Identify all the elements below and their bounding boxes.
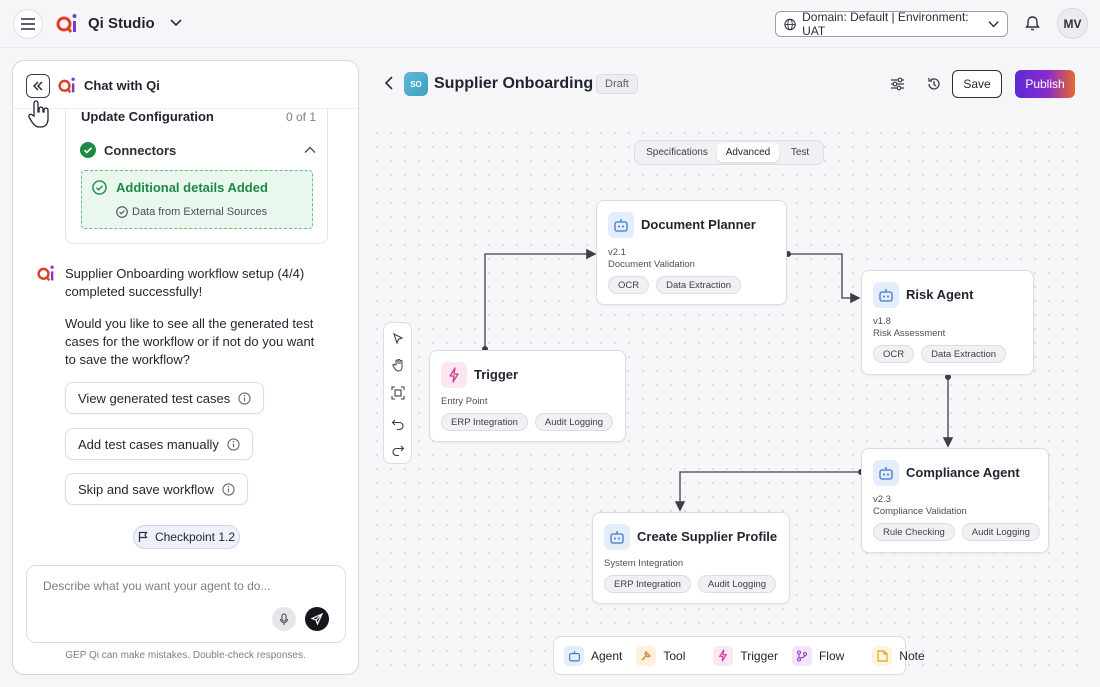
node-version: v2.1 (608, 247, 626, 258)
robot-icon (873, 460, 899, 486)
lightning-icon (713, 645, 734, 666)
palette-agent[interactable]: Agent (564, 645, 623, 666)
chat-header: Chat with Qi (13, 61, 358, 128)
palette-label: Flow (818, 648, 845, 663)
node-palette: Agent Tool Trigger Flow Note (553, 636, 925, 675)
palette-flow[interactable]: Flow (791, 645, 845, 666)
node-tag: Audit Logging (534, 413, 614, 431)
node-title: Create Supplier Profile (637, 529, 778, 544)
node-title: Trigger (474, 367, 519, 382)
node-document-planner[interactable]: Document Planner v2.1 Document Validatio… (596, 200, 787, 305)
robot-icon (604, 524, 630, 550)
palette-trigger[interactable]: Trigger (713, 645, 778, 666)
node-tag: OCR (608, 276, 650, 294)
palette-label: Trigger (740, 648, 778, 663)
node-description: Entry Point (441, 396, 488, 407)
chat-title: Chat with Qi (84, 78, 160, 93)
lightning-icon (441, 362, 467, 388)
node-compliance-agent[interactable]: Compliance Agent v2.3 Compliance Validat… (861, 448, 1049, 553)
connector-compliance-to-supplier (674, 471, 861, 512)
node-trigger[interactable]: Trigger Entry Point ERP Integration Audi… (429, 350, 626, 442)
canvas-toolbar (383, 322, 412, 464)
robot-icon (564, 645, 584, 666)
node-description: System Integration (604, 558, 684, 569)
node-description: Document Validation (608, 259, 695, 270)
collapse-chat-button[interactable] (26, 74, 50, 98)
robot-icon (608, 212, 634, 238)
undo-icon[interactable] (391, 416, 405, 430)
connector-planner-to-risk (788, 253, 861, 304)
node-description: Risk Assessment (873, 328, 946, 339)
palette-note[interactable]: Note (872, 645, 925, 666)
node-tag: Data Extraction (656, 276, 742, 294)
hand-icon[interactable] (391, 358, 405, 372)
config-count: 0 of 1 (286, 110, 317, 124)
node-version: v2.3 (873, 494, 891, 505)
config-title: Update Configuration (81, 109, 214, 124)
palette-label: Tool (663, 648, 686, 663)
node-title: Document Planner (641, 217, 756, 232)
connector-trigger-to-planner (484, 248, 597, 349)
node-tag: Audit Logging (697, 575, 777, 593)
node-tag: Data Extraction (921, 345, 1007, 363)
redo-icon[interactable] (391, 442, 405, 456)
node-risk-agent[interactable]: Risk Agent v1.8 Risk Assessment OCR Data… (861, 270, 1034, 375)
node-tag: OCR (873, 345, 915, 363)
robot-icon (873, 282, 899, 308)
node-tag: Rule Checking (873, 523, 955, 541)
pointer-icon[interactable] (391, 332, 405, 346)
node-tag: ERP Integration (604, 575, 691, 593)
hammer-icon (636, 645, 657, 666)
node-tag: Audit Logging (961, 523, 1040, 541)
fit-view-icon[interactable] (391, 386, 405, 400)
branch-icon (791, 645, 812, 666)
node-create-supplier-profile[interactable]: Create Supplier Profile System Integrati… (592, 512, 790, 604)
note-icon (872, 645, 893, 666)
node-title: Risk Agent (906, 287, 974, 302)
double-chevron-left-icon (32, 81, 43, 91)
hand-cursor-icon (28, 100, 49, 128)
node-version: v1.8 (873, 316, 891, 327)
node-description: Compliance Validation (873, 506, 967, 517)
palette-tool[interactable]: Tool (636, 645, 686, 666)
node-title: Compliance Agent (906, 465, 1020, 480)
qi-logo-icon (58, 77, 75, 94)
palette-label: Agent (591, 648, 623, 663)
node-tag: ERP Integration (441, 413, 528, 431)
palette-label: Note (899, 648, 925, 663)
